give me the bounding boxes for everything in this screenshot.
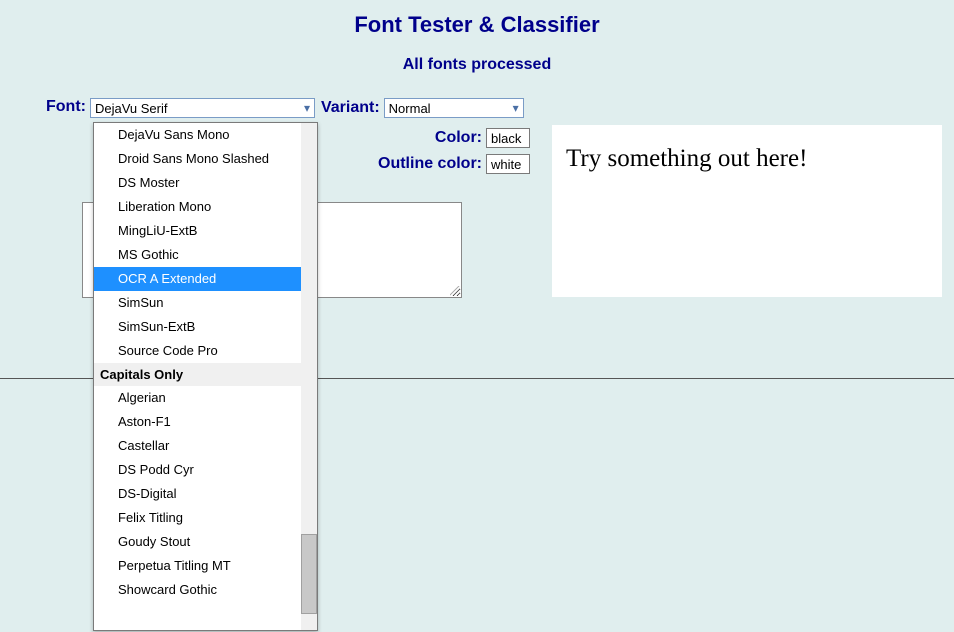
outline-color-input[interactable]: white xyxy=(486,154,530,174)
scrollbar-thumb[interactable] xyxy=(301,534,317,614)
font-dropdown-option[interactable]: DejaVu Sans Mono xyxy=(94,123,317,147)
variant-label: Variant: xyxy=(321,99,380,117)
font-dropdown-option[interactable]: Source Code Pro xyxy=(94,339,317,363)
status-message: All fonts processed xyxy=(0,56,954,74)
font-dropdown-option[interactable]: Algerian xyxy=(94,386,317,410)
font-dropdown-option[interactable]: SimSun xyxy=(94,291,317,315)
font-dropdown-option[interactable]: Showcard Gothic xyxy=(94,578,317,602)
color-input[interactable]: black xyxy=(486,128,530,148)
font-dropdown-option[interactable]: DS-Digital xyxy=(94,482,317,506)
font-dropdown-option[interactable]: Goudy Stout xyxy=(94,530,317,554)
font-preview: Try something out here! xyxy=(552,125,942,297)
chevron-down-icon: ▾ xyxy=(302,102,312,114)
font-select-value: DejaVu Serif xyxy=(95,101,168,116)
font-dropdown-option[interactable]: DS Moster xyxy=(94,171,317,195)
outline-color-label: Outline color: xyxy=(378,155,482,173)
page-title: Font Tester & Classifier xyxy=(0,12,954,38)
color-label: Color: xyxy=(435,129,482,147)
font-dropdown-option[interactable]: Perpetua Titling MT xyxy=(94,554,317,578)
chevron-down-icon: ▾ xyxy=(511,102,521,114)
preview-text: Try something out here! xyxy=(566,145,807,172)
variant-select-value: Normal xyxy=(389,101,431,116)
font-dropdown-option[interactable]: OCR A Extended xyxy=(94,267,317,291)
font-dropdown-option[interactable]: Castellar xyxy=(94,434,317,458)
font-dropdown-option[interactable]: Droid Sans Mono Slashed xyxy=(94,147,317,171)
font-dropdown-option[interactable]: DS Podd Cyr xyxy=(94,458,317,482)
scrollbar-track[interactable] xyxy=(301,123,317,630)
font-select[interactable]: DejaVu Serif ▾ xyxy=(90,98,315,118)
variant-select[interactable]: Normal ▾ xyxy=(384,98,524,118)
font-dropdown-option[interactable]: Felix Titling xyxy=(94,506,317,530)
font-dropdown-list[interactable]: DejaVu Sans MonoDroid Sans Mono SlashedD… xyxy=(93,122,318,631)
outline-color-input-value: white xyxy=(491,157,521,172)
font-dropdown-option[interactable]: Aston-F1 xyxy=(94,410,317,434)
color-input-value: black xyxy=(491,131,521,146)
font-dropdown-group: Capitals Only xyxy=(94,363,317,386)
font-dropdown-option[interactable]: MingLiU-ExtB xyxy=(94,219,317,243)
font-dropdown-option[interactable]: MS Gothic xyxy=(94,243,317,267)
font-dropdown-option[interactable]: SimSun-ExtB xyxy=(94,315,317,339)
font-label: Font: xyxy=(46,98,86,116)
font-dropdown-option[interactable]: Liberation Mono xyxy=(94,195,317,219)
